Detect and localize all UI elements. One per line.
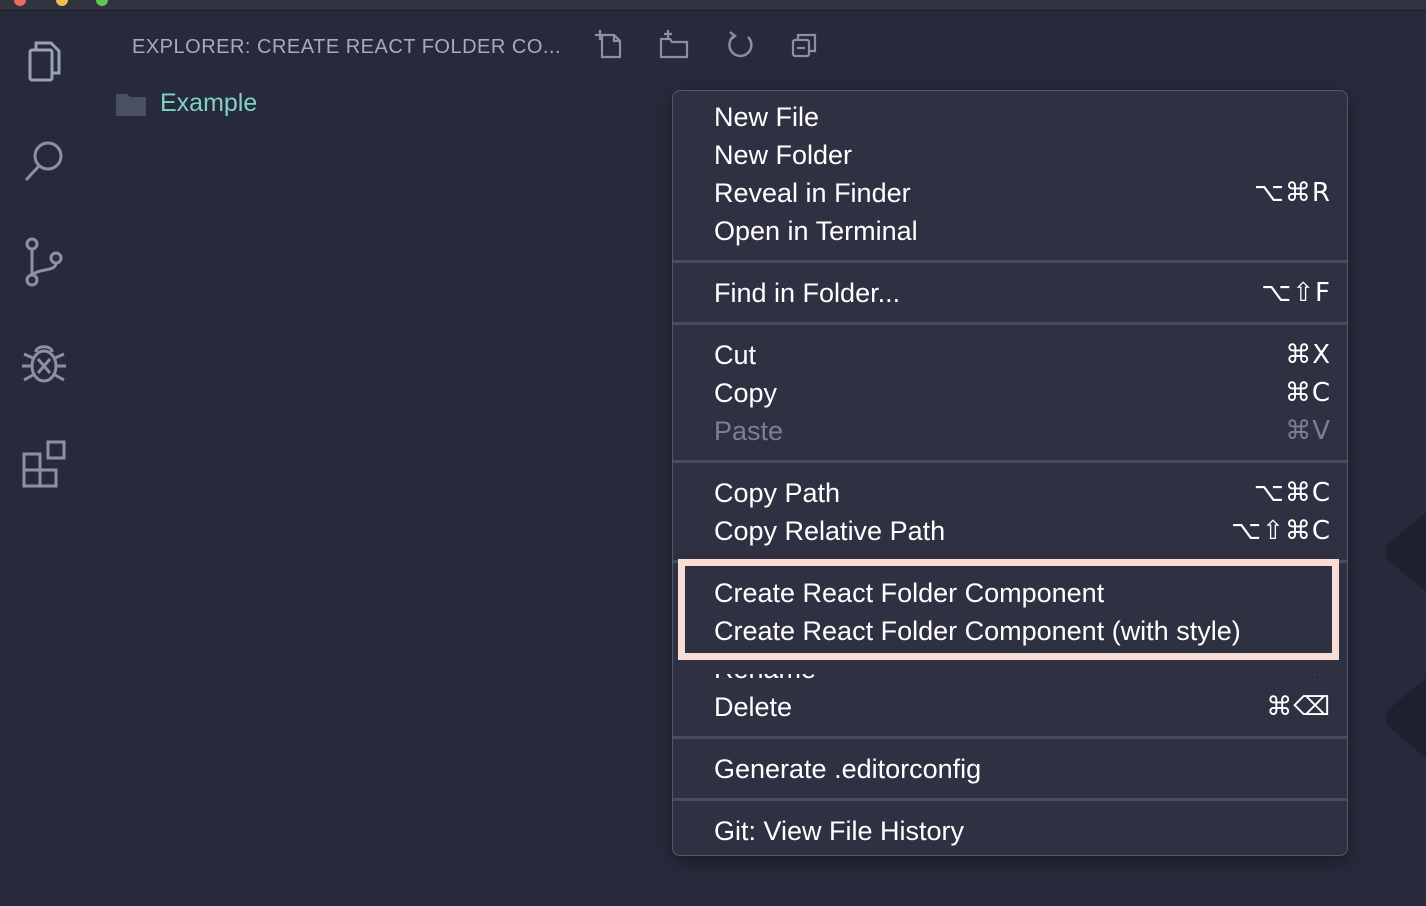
menu-item-cut[interactable]: Cut ⌘X [673,336,1347,374]
shortcut-label: ⌘C [1284,378,1331,408]
menu-separator [673,460,1347,463]
shortcut-label: ⌥⇧⌘C [1231,516,1331,546]
refresh-icon[interactable] [722,27,758,63]
search-icon[interactable] [16,134,72,190]
new-file-icon[interactable] [592,27,628,63]
explorer-title: EXPLORER: CREATE REACT FOLDER CO... [132,36,562,58]
minimize-window-button[interactable] [56,0,68,6]
shortcut-label: ⌘X [1285,340,1331,370]
menu-item-find-in-folder[interactable]: Find in Folder... ⌥⇧F [673,274,1347,312]
zoom-window-button[interactable] [96,0,108,6]
collapse-all-icon[interactable] [786,27,822,63]
context-menu: New File New Folder Reveal in Finder ⌥⌘R… [672,90,1348,856]
menu-separator [673,322,1347,325]
menu-separator [673,260,1347,263]
shortcut-label: ⌥⌘R [1253,178,1331,208]
menu-item-copy-path[interactable]: Copy Path ⌥⌘C [673,474,1347,512]
shortcut-label: ⌘⌫ [1266,692,1331,722]
tree-item-folder[interactable]: Example [116,89,257,118]
shortcut-label: ⌥⌘C [1253,478,1331,508]
new-folder-icon[interactable] [656,27,692,63]
menu-separator [673,736,1347,739]
menu-item-copy[interactable]: Copy ⌘C [673,374,1347,412]
menu-item-open-in-terminal[interactable]: Open in Terminal [673,212,1347,250]
menu-item-rename[interactable]: Rename ↩ [673,654,1347,688]
source-control-icon[interactable] [16,234,72,290]
debug-icon[interactable] [16,334,72,390]
menu-item-paste: Paste ⌘V [714,415,1331,447]
shortcut-label: ⌘V [1285,416,1331,446]
folder-icon [116,93,146,116]
close-window-button[interactable] [14,0,26,6]
explorer-icon[interactable] [16,34,72,90]
menu-item-create-react-folder-component[interactable]: Create React Folder Component [673,574,1347,612]
extensions-icon[interactable] [16,434,72,490]
menu-separator [673,798,1347,801]
menu-item-delete[interactable]: Delete ⌘⌫ [673,688,1347,726]
menu-item-generate-editorconfig[interactable]: Generate .editorconfig [673,750,1347,788]
menu-item-create-react-folder-component-with-style[interactable]: Create React Folder Component (with styl… [673,612,1347,650]
editor-edge-shape [1386,512,1426,592]
title-bar [0,0,1426,11]
menu-item-git-view-file-history[interactable]: Git: View File History [673,812,1347,850]
activity-bar [0,11,88,906]
menu-item-reveal-in-finder[interactable]: Reveal in Finder ⌥⌘R [673,174,1347,212]
menu-separator [673,560,1347,563]
menu-item-new-folder[interactable]: New Folder [673,136,1347,174]
shortcut-label: ↩ [1308,654,1331,684]
menu-item-copy-relative-path[interactable]: Copy Relative Path ⌥⇧⌘C [673,512,1347,550]
folder-label: Example [160,89,258,117]
menu-item-new-file[interactable]: New File [673,98,1347,136]
shortcut-label: ⌥⇧F [1261,278,1331,308]
editor-edge-shape [1386,678,1426,758]
